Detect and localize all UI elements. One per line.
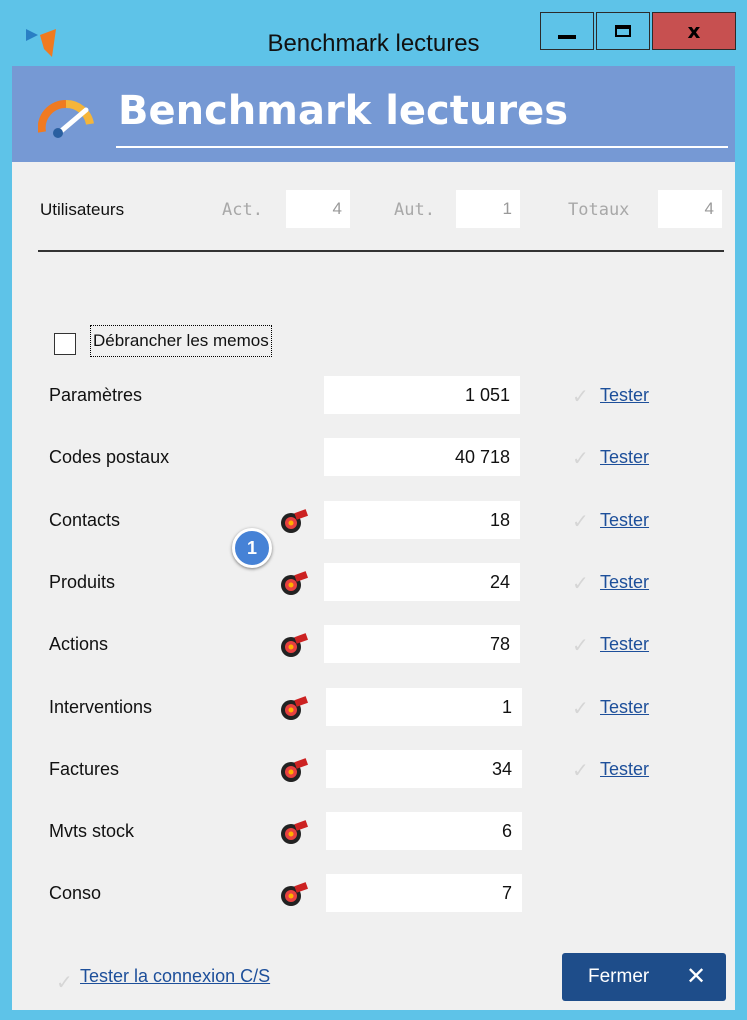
- row-label: Interventions: [49, 697, 153, 717]
- row-label: Codes postaux: [49, 447, 170, 467]
- header-banner: Benchmark lectures: [12, 66, 735, 162]
- step-badge: 1: [232, 528, 272, 568]
- close-x-icon: ✕: [686, 962, 707, 990]
- memos-checkbox[interactable]: [54, 333, 76, 355]
- row-value-field: 7: [326, 874, 522, 912]
- row-label: Mvts stock: [49, 821, 135, 841]
- checkmark-icon: ✓: [572, 760, 589, 782]
- tester-link[interactable]: Tester: [600, 697, 649, 718]
- tester-link[interactable]: Tester: [600, 510, 649, 531]
- tester-link[interactable]: Tester: [600, 447, 649, 468]
- close-icon: x: [687, 19, 701, 43]
- minimize-icon: [558, 35, 576, 39]
- authorized-users-field: 1: [456, 190, 520, 228]
- row-value-field: 1: [326, 688, 522, 726]
- row-label: Actions: [49, 634, 109, 654]
- maximize-icon: [615, 25, 631, 37]
- tester-link[interactable]: Tester: [600, 385, 649, 406]
- checkmark-icon: ✓: [572, 386, 589, 408]
- section-divider: [38, 250, 724, 252]
- close-button[interactable]: Fermer ✕: [562, 953, 726, 1001]
- app-window: Benchmark lectures x Benchmark lectures …: [0, 0, 747, 1020]
- row-label: Produits: [49, 572, 116, 592]
- active-users-label: Act.: [222, 200, 263, 220]
- row-label: Paramètres: [49, 385, 143, 405]
- total-users-field: 4: [658, 190, 722, 228]
- header-title: Benchmark lectures: [118, 88, 569, 134]
- close-button-label: Fermer: [588, 966, 650, 987]
- row-value-field: 6: [326, 812, 522, 850]
- detail-icon[interactable]: [279, 508, 313, 534]
- active-users-field: 4: [286, 190, 350, 228]
- tester-link[interactable]: Tester: [600, 634, 649, 655]
- checkmark-icon: ✓: [572, 511, 589, 533]
- checkmark-icon: ✓: [572, 698, 589, 720]
- tester-link[interactable]: Tester: [600, 759, 649, 780]
- memos-checkbox-label[interactable]: Débrancher les memos: [90, 325, 272, 357]
- detail-icon[interactable]: [279, 695, 313, 721]
- row-value-field: 40 718: [324, 438, 520, 476]
- speedometer-icon: [38, 99, 94, 138]
- row-label: Contacts: [49, 510, 121, 530]
- checkmark-icon: ✓: [572, 573, 589, 595]
- users-label: Utilisateurs: [40, 200, 125, 219]
- maximize-button[interactable]: [596, 12, 650, 50]
- row-label: Conso: [49, 883, 102, 903]
- row-value-field: 78: [324, 625, 520, 663]
- window-close-button[interactable]: x: [652, 12, 736, 50]
- detail-icon[interactable]: [279, 881, 313, 907]
- minimize-button[interactable]: [540, 12, 594, 50]
- detail-icon[interactable]: [279, 757, 313, 783]
- detail-icon[interactable]: [279, 570, 313, 596]
- title-bar[interactable]: Benchmark lectures x: [0, 0, 747, 66]
- checkmark-icon: ✓: [56, 972, 73, 994]
- row-value-field: 34: [326, 750, 522, 788]
- detail-icon[interactable]: [279, 819, 313, 845]
- authorized-users-label: Aut.: [394, 200, 435, 220]
- checkmark-icon: ✓: [572, 635, 589, 657]
- total-users-label: Totaux: [568, 200, 630, 220]
- row-value-field: 24: [324, 563, 520, 601]
- test-connection-link[interactable]: Tester la connexion C/S: [80, 966, 270, 987]
- checkmark-icon: ✓: [572, 448, 589, 470]
- row-value-field: 1 051: [324, 376, 520, 414]
- row-value-field: 18: [324, 501, 520, 539]
- row-label: Factures: [49, 759, 120, 779]
- tester-link[interactable]: Tester: [600, 572, 649, 593]
- dialog-content: Benchmark lectures Utilisateurs Act. 4 A…: [12, 66, 735, 1010]
- header-underline: [116, 146, 728, 148]
- detail-icon[interactable]: [279, 632, 313, 658]
